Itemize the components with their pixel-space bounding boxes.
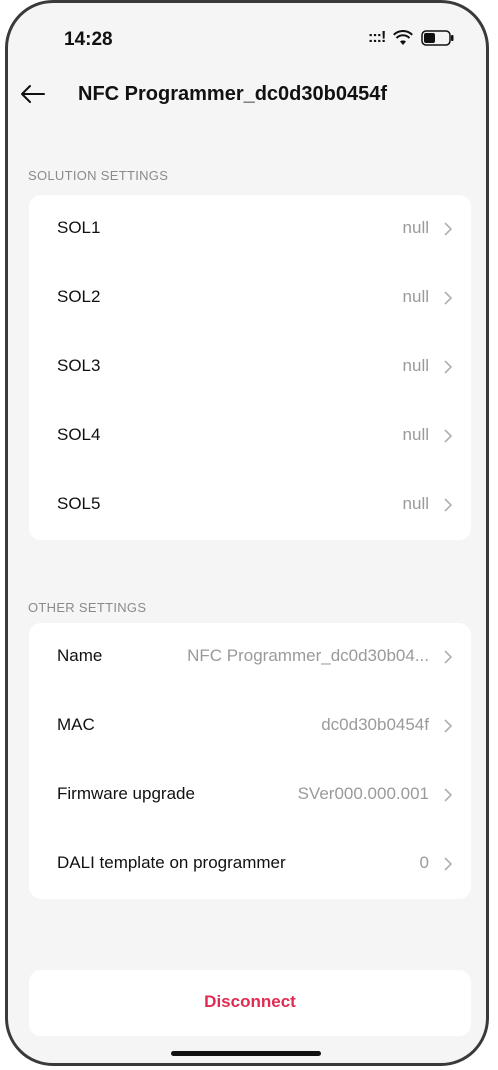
setting-label: Name	[57, 646, 103, 665]
setting-row-mac[interactable]: MAC dc0d30b0454f	[29, 692, 471, 761]
solution-settings-card: SOL1 null SOL2 null SOL3 null SOL4 null …	[29, 195, 471, 540]
page-title: NFC Programmer_dc0d30b0454f	[78, 83, 388, 105]
setting-label: Firmware upgrade	[57, 784, 195, 803]
disconnect-label: Disconnect	[204, 992, 296, 1011]
disconnect-button[interactable]: Disconnect	[29, 970, 471, 1036]
setting-row-sol3[interactable]: SOL3 null	[29, 333, 471, 402]
setting-row-name[interactable]: Name NFC Programmer_dc0d30b04...	[29, 623, 471, 692]
status-icons: :::!	[368, 29, 455, 47]
setting-label: DALI template on programmer	[57, 853, 286, 872]
status-bar: 14:28 :::!	[8, 3, 486, 83]
back-arrow-icon[interactable]	[18, 79, 48, 109]
chevron-right-icon	[444, 498, 453, 512]
setting-value: null	[402, 494, 429, 513]
signal-icon: :::!	[368, 29, 386, 46]
chevron-right-icon	[444, 360, 453, 374]
setting-value: NFC Programmer_dc0d30b04...	[187, 646, 429, 665]
setting-label: SOL3	[57, 356, 101, 375]
chevron-right-icon	[444, 857, 453, 871]
setting-value: null	[402, 425, 429, 444]
setting-label: SOL4	[57, 425, 101, 444]
setting-label: SOL1	[57, 218, 101, 237]
section-label-other-settings: OTHER SETTINGS	[28, 600, 147, 615]
setting-value: null	[402, 287, 429, 306]
setting-label: SOL2	[57, 287, 101, 306]
setting-label: SOL5	[57, 494, 101, 513]
setting-value: dc0d30b0454f	[321, 715, 429, 734]
chevron-right-icon	[444, 291, 453, 305]
home-indicator[interactable]	[171, 1051, 321, 1056]
chevron-right-icon	[444, 429, 453, 443]
setting-label: MAC	[57, 715, 95, 734]
setting-value: 0	[419, 853, 429, 872]
phone-frame: 14:28 :::! NFC Programmer_dc0d30b0454f S…	[5, 0, 489, 1066]
setting-value: SVer000.000.001	[297, 784, 429, 803]
setting-row-firmware-upgrade[interactable]: Firmware upgrade SVer000.000.001	[29, 761, 471, 830]
setting-row-sol2[interactable]: SOL2 null	[29, 264, 471, 333]
chevron-right-icon	[444, 719, 453, 733]
top-app-bar: NFC Programmer_dc0d30b0454f	[8, 73, 486, 117]
setting-row-sol5[interactable]: SOL5 null	[29, 471, 471, 540]
status-time: 14:28	[64, 29, 113, 50]
setting-value: null	[402, 356, 429, 375]
chevron-right-icon	[444, 222, 453, 236]
setting-row-sol4[interactable]: SOL4 null	[29, 402, 471, 471]
setting-row-sol1[interactable]: SOL1 null	[29, 195, 471, 264]
wifi-icon	[393, 30, 414, 45]
section-label-solution-settings: SOLUTION SETTINGS	[28, 168, 169, 183]
other-settings-card: Name NFC Programmer_dc0d30b04... MAC dc0…	[29, 623, 471, 899]
battery-icon	[421, 30, 454, 46]
setting-value: null	[402, 218, 429, 237]
chevron-right-icon	[444, 650, 453, 664]
chevron-right-icon	[444, 788, 453, 802]
setting-row-dali-template[interactable]: DALI template on programmer 0	[29, 830, 471, 899]
